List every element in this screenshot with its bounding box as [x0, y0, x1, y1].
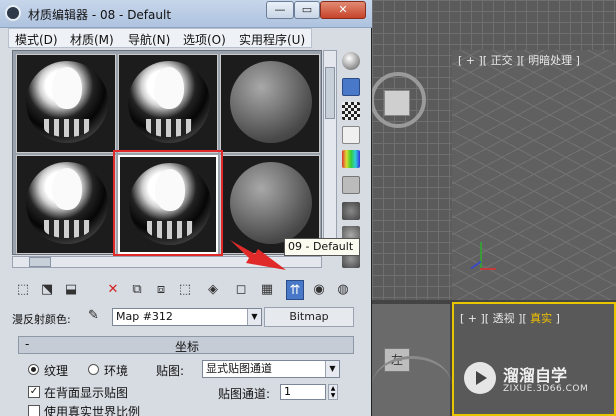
show-end-result-icon[interactable]: ▦: [258, 280, 276, 300]
perspective-label-prefix: [ + ][ 透视 ][: [460, 312, 527, 325]
reset-icon[interactable]: ✕: [104, 280, 122, 300]
watermark-logo: [464, 362, 496, 394]
mapping-label: 贴图:: [156, 364, 185, 378]
background-icon[interactable]: [342, 102, 360, 120]
real-world-checkbox[interactable]: [28, 405, 40, 416]
menu-material[interactable]: 材质(M): [70, 31, 114, 48]
close-button[interactable]: ✕: [320, 1, 366, 19]
bitmap-type-button[interactable]: Bitmap: [264, 307, 354, 327]
video-color-icon[interactable]: [342, 150, 360, 168]
go-to-parent-icon[interactable]: ⇈: [286, 280, 304, 300]
coordinates-rollout: - 坐标 纹理 环境 贴图: 显式贴图通道 ▼ ✓ 在背面显示贴图 贴图通道: …: [18, 336, 354, 416]
material-id-icon[interactable]: ◈: [204, 280, 222, 300]
put-to-scene-icon[interactable]: ⬔: [38, 280, 56, 300]
watermark-name: 溜溜自学: [503, 366, 568, 385]
axis-gizmo: [466, 242, 496, 272]
mapping-dropdown[interactable]: 显式贴图通道 ▼: [202, 360, 340, 378]
environ-radio[interactable]: [88, 364, 99, 375]
menu-utilities[interactable]: 实用程序(U): [239, 31, 305, 48]
scroll-thumb[interactable]: [325, 67, 335, 119]
channel-spinner[interactable]: ▲ ▼: [328, 384, 338, 400]
rollout-header[interactable]: - 坐标: [18, 336, 354, 354]
minimize-button[interactable]: —: [266, 1, 294, 19]
viewcube[interactable]: [384, 90, 410, 116]
sample-sphere: [230, 61, 312, 143]
texture-radio[interactable]: [28, 364, 39, 375]
get-material-icon[interactable]: ⬚: [14, 280, 32, 300]
perspective-label-suffix: ]: [555, 312, 560, 325]
menu-navigation[interactable]: 导航(N): [128, 31, 170, 48]
sample-sphere: [230, 162, 312, 244]
channel-label: 贴图通道:: [218, 387, 271, 401]
chevron-down-icon[interactable]: ▼: [325, 361, 339, 377]
title-bar[interactable]: 材质编辑器 - 08 - Default — ▭ ✕: [0, 0, 372, 28]
slot-tooltip: 09 - Default: [284, 238, 360, 256]
make-unique-icon[interactable]: ⧈: [152, 280, 170, 300]
material-toolbar: ⬚ ⬔ ⬓ ✕ ⧉ ⧈ ⬚ ◈ ◻ ▦ ⇈ ◉ ◍: [14, 280, 364, 302]
backlight-icon[interactable]: [342, 78, 360, 96]
map-name-value: Map #312: [116, 310, 173, 323]
copy-material-icon[interactable]: ⧉: [128, 280, 146, 300]
real-world-label: 使用真实世界比例: [44, 405, 141, 416]
sample-sphere: [26, 162, 108, 244]
scroll-thumb[interactable]: [29, 257, 51, 267]
viewport-arc: [372, 356, 452, 416]
eyedropper-icon[interactable]: ✎: [88, 308, 106, 326]
tiling-icon[interactable]: [342, 126, 360, 144]
viewport-perspective-label[interactable]: [ + ][ 透视 ][ 真实 ]: [460, 310, 560, 326]
window-title: 材质编辑器 - 08 - Default: [28, 8, 172, 22]
menu-options[interactable]: 选项(O): [183, 31, 226, 48]
options-icon[interactable]: [342, 202, 360, 220]
show-back-checkbox[interactable]: ✓: [28, 386, 40, 398]
material-slot[interactable]: [16, 54, 116, 153]
go-forward-icon[interactable]: ◉: [310, 280, 328, 300]
sample-sphere: [128, 61, 210, 143]
rollout-title: 坐标: [174, 340, 199, 354]
chevron-down-icon[interactable]: ▼: [247, 309, 261, 325]
diffuse-color-label: 漫反射颜色:: [12, 313, 71, 326]
slots-horizontal-scrollbar[interactable]: [12, 256, 322, 268]
put-to-library-icon[interactable]: ⬚: [176, 280, 194, 300]
slots-vertical-scrollbar[interactable]: [323, 50, 337, 255]
material-editor-window: 材质编辑器 - 08 - Default — ▭ ✕ 模式(D) 材质(M) 导…: [0, 0, 372, 416]
show-back-label: 在背面显示贴图: [44, 386, 129, 400]
menu-mode[interactable]: 模式(D): [15, 31, 58, 48]
pick-from-object-icon[interactable]: ◍: [334, 280, 352, 300]
show-map-icon[interactable]: ◻: [232, 280, 250, 300]
sample-type-icon[interactable]: [342, 52, 360, 70]
watermark-url: ZIXUE.3D66.COM: [503, 384, 589, 394]
map-name-field[interactable]: Map #312 ▼: [112, 308, 262, 326]
environ-radio-label: 环境: [104, 364, 129, 378]
mapping-value: 显式贴图通道: [206, 362, 272, 375]
assign-material-icon[interactable]: ⬓: [62, 280, 80, 300]
restore-button[interactable]: ▭: [294, 1, 320, 19]
perspective-label-mode: 真实: [526, 312, 556, 325]
sample-sphere: [26, 61, 108, 143]
material-slot[interactable]: [220, 54, 320, 153]
menu-bar: 模式(D) 材质(M) 导航(N) 选项(O) 实用程序(U): [8, 28, 312, 48]
viewport-front-label[interactable]: [ + ][ 正交 ][ 明暗处理 ]: [458, 52, 580, 68]
material-slot[interactable]: [16, 155, 116, 254]
texture-radio-label: 纹理: [44, 364, 69, 378]
channel-input[interactable]: 1: [280, 384, 326, 400]
material-slot[interactable]: [118, 54, 218, 153]
highlight-box: [113, 150, 223, 256]
preview-icon[interactable]: [342, 176, 360, 194]
app-icon: [5, 5, 21, 21]
